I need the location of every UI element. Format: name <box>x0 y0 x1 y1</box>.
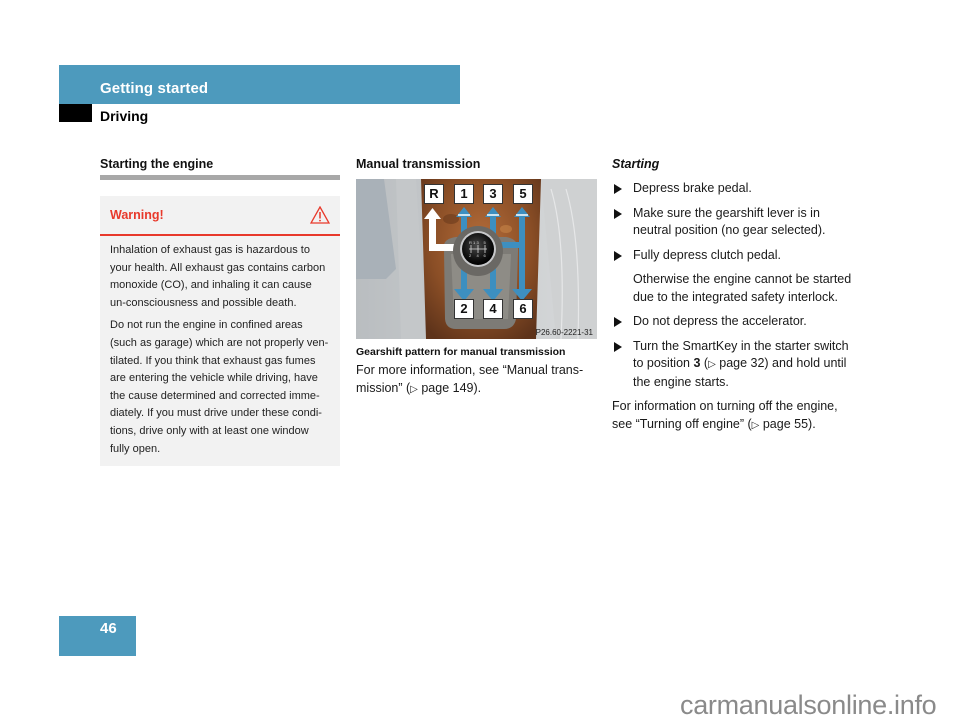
section-title: Driving <box>100 108 149 124</box>
section-heading-manual-transmission: Manual transmission <box>356 157 481 171</box>
page-reference-link[interactable]: page 149). <box>418 381 481 395</box>
watermark: carmanualsonline.info <box>680 690 937 720</box>
warning-paragraph: Do not run the engine in confined areas … <box>110 319 329 455</box>
section-marker <box>59 104 92 122</box>
gear-label-1: 1 <box>454 184 474 204</box>
page-reference-icon: ▷ <box>708 359 716 370</box>
gear-label-r: R <box>424 184 444 204</box>
page-number-box <box>59 616 136 656</box>
warning-header: Warning! <box>100 196 340 236</box>
column-starting-steps: Starting Depress brake pedal. Make sure … <box>612 156 860 434</box>
step-text: Turn the SmartKey in the starter switch … <box>633 339 849 389</box>
step-bullet-icon <box>614 317 622 327</box>
step-bullet-icon <box>614 250 622 261</box>
figure-caption: Gearshift pattern for manual transmissio… <box>356 346 566 358</box>
chapter-title: Getting started <box>100 80 209 97</box>
gearshift-illustration: R 135 246 <box>356 179 597 339</box>
column-manual-transmission: Manual transmission R 1 3 5 2 4 6 R 1 3 … <box>356 156 597 398</box>
svg-text:R 1: R 1 <box>469 240 476 245</box>
step-item: Turn the SmartKey in the starter switch … <box>612 338 860 392</box>
step-text: Do not depress the accelerator. <box>633 314 807 328</box>
step-bullet-icon <box>614 341 622 352</box>
gearshift-figure: R 135 246 R 1 3 5 2 4 6 P26.60-2221-31 <box>356 179 597 339</box>
warning-triangle-icon <box>309 205 331 224</box>
gear-label-4: 4 <box>483 299 503 319</box>
step-item: Fully depress clutch pedal. <box>612 247 860 265</box>
step-text-part: ( <box>700 356 709 370</box>
step-note: Otherwise the engine cannot be started d… <box>633 272 852 304</box>
page-reference-link[interactable]: page 55). <box>759 417 816 431</box>
step-item: Make sure the gearshift lever is in neut… <box>612 205 860 240</box>
step-text: Depress brake pedal. <box>633 181 752 195</box>
step-text: Fully depress clutch pedal. <box>633 247 781 262</box>
warning-paragraph: Inhalation of exhaust gas is hazardous t… <box>110 244 326 309</box>
step-bullet-icon <box>614 184 622 194</box>
warning-box: Warning! Inhalation of exhaust gas is ha… <box>100 196 340 467</box>
warning-body: Inhalation of exhaust gas is hazardous t… <box>100 236 340 458</box>
page-number: 46 <box>100 620 117 637</box>
step-item: Do not depress the accelerator. <box>612 313 860 331</box>
subsection-heading-starting: Starting <box>612 157 660 171</box>
warning-label: Warning! <box>110 208 164 222</box>
more-info-text: For more information, see “Manual trans-… <box>356 362 597 398</box>
step-item: Depress brake pedal. <box>612 180 860 198</box>
step-bullet-icon <box>614 208 622 219</box>
gear-label-3: 3 <box>483 184 503 204</box>
gear-label-5: 5 <box>513 184 533 204</box>
section-rule <box>100 175 340 180</box>
page-reference-icon: ▷ <box>410 383 418 395</box>
step-text: Make sure the gearshift lever is in neut… <box>633 205 826 238</box>
gear-label-6: 6 <box>513 299 533 319</box>
figure-code: P26.60-2221-31 <box>535 328 593 337</box>
section-heading-starting-engine: Starting the engine <box>100 157 214 171</box>
gear-label-2: 2 <box>454 299 474 319</box>
column-starting-engine: Starting the engine Warning! Inhalation … <box>100 156 340 467</box>
turn-off-info: For information on turning off the engin… <box>612 398 860 434</box>
